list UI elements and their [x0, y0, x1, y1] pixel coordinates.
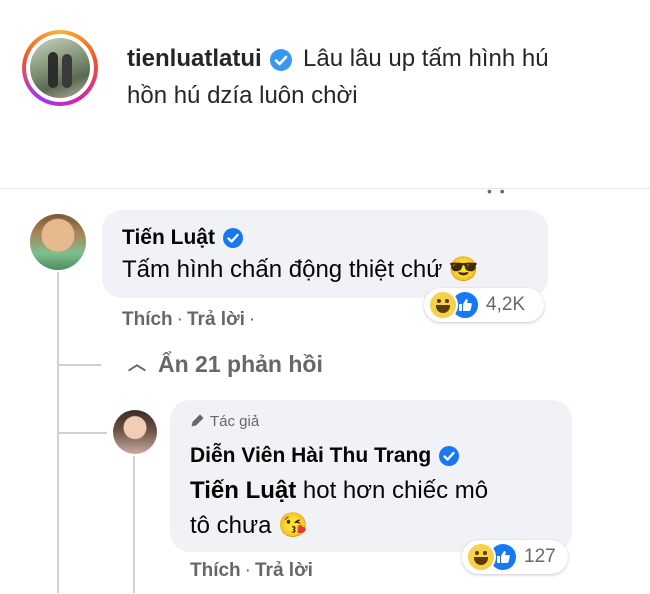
- reaction-summary[interactable]: 4,2K: [424, 288, 544, 322]
- story-avatar[interactable]: [22, 30, 98, 106]
- replier-avatar[interactable]: [113, 410, 157, 454]
- hide-replies-button[interactable]: ︿ Ẩn 21 phản hồi: [128, 350, 323, 378]
- verified-badge-icon: [270, 48, 293, 71]
- reply-thread-line: [133, 456, 135, 593]
- more-dots-icon[interactable]: • •: [487, 183, 507, 199]
- reply-action-button[interactable]: Trả lời: [187, 309, 245, 330]
- instagram-post: tienluatlatui Lâu lâu up tấm hình hú hồn…: [0, 0, 650, 160]
- reply-action-button[interactable]: Trả lời: [255, 560, 313, 581]
- like-action-button[interactable]: Thích: [190, 560, 241, 581]
- post-caption: tienluatlatui Lâu lâu up tấm hình hú hồn…: [127, 40, 627, 114]
- pen-icon: [191, 414, 204, 427]
- caption-text-line2: hồn hú dzía luôn chời: [127, 82, 358, 109]
- reaction-count: 127: [524, 546, 556, 567]
- comment-text: Tấm hình chấn động thiệt chứ 😎: [122, 256, 479, 283]
- instagram-username[interactable]: tienluatlatui: [127, 45, 262, 72]
- reply-author[interactable]: Diễn Viên Hài Thu Trang: [190, 444, 459, 468]
- thread-connector: [57, 432, 107, 434]
- thread-connector: [57, 364, 101, 366]
- reply-actions: Thích · Trả lời: [190, 560, 313, 581]
- haha-reaction-icon: [466, 542, 496, 572]
- like-action-button[interactable]: Thích: [122, 309, 173, 330]
- profile-photo: [30, 38, 90, 98]
- reply-text: Tiến Luật hot hơn chiếc mô tô chưa 😘: [190, 477, 489, 539]
- reaction-count: 4,2K: [486, 294, 526, 315]
- reaction-summary[interactable]: 127: [462, 540, 568, 574]
- verified-badge-icon: [439, 446, 459, 467]
- comment-author[interactable]: Tiến Luật: [122, 226, 243, 250]
- author-badge: Tác giả: [190, 412, 259, 430]
- verified-badge-icon: [222, 228, 243, 249]
- chevron-up-icon: ︿: [128, 354, 146, 374]
- commenter-avatar[interactable]: [30, 214, 86, 270]
- comment-actions: Thích · Trả lời ·: [122, 309, 256, 330]
- haha-reaction-icon: [428, 290, 458, 320]
- mention-link[interactable]: Tiến Luật: [190, 477, 296, 504]
- caption-text-line1: Lâu lâu up tấm hình hú: [303, 45, 549, 72]
